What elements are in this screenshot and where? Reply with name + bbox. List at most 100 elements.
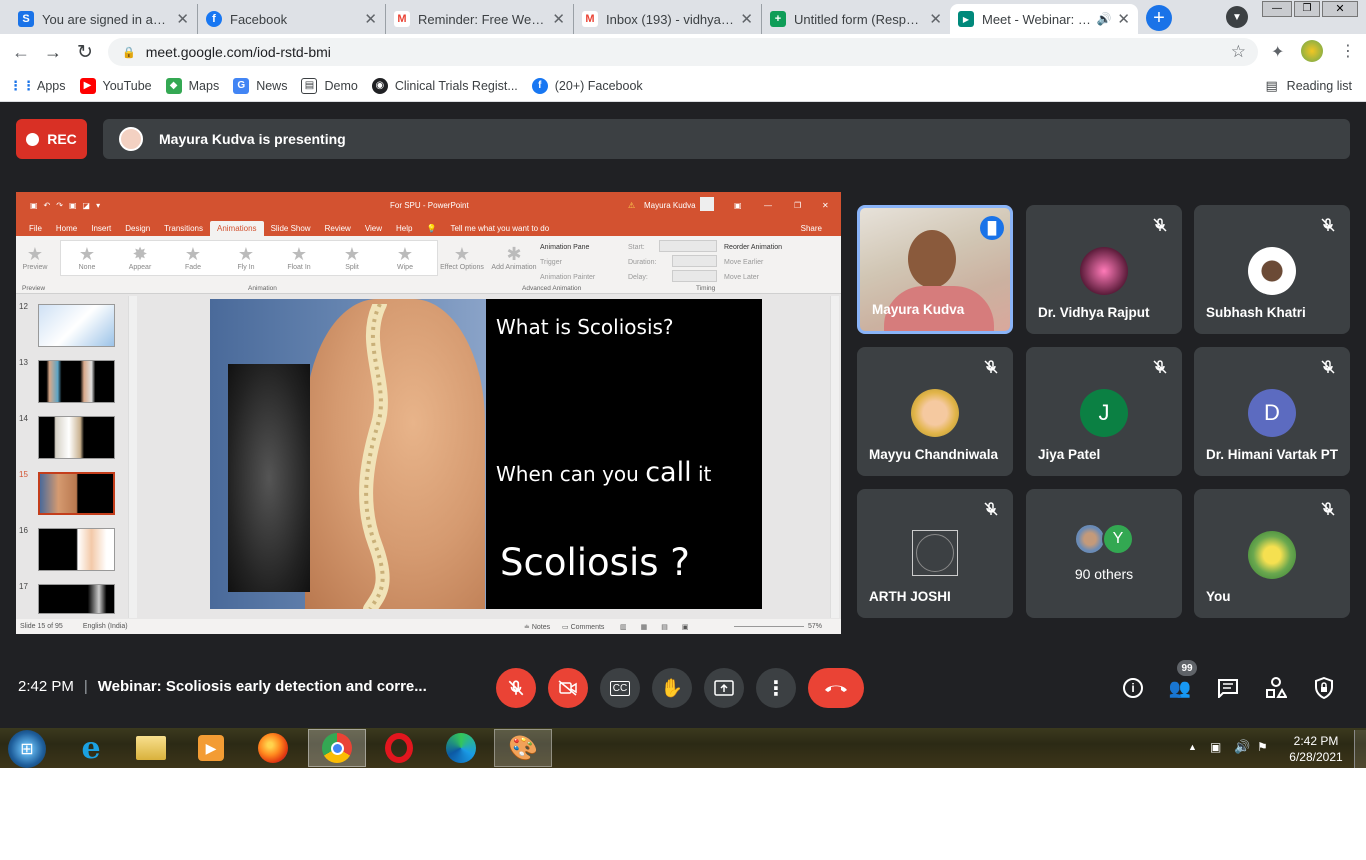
effect-appear[interactable]: ✸ Appear: [115, 244, 165, 271]
tab-form[interactable]: + Untitled form (Responses) ✕: [762, 4, 950, 34]
tab-insert[interactable]: Insert: [84, 221, 118, 236]
taskbar-media[interactable]: ▶: [182, 729, 240, 767]
maximize-button[interactable]: ❐: [1294, 1, 1320, 17]
tab-facebook[interactable]: f Facebook ✕: [198, 4, 386, 34]
tab-review[interactable]: Review: [318, 221, 358, 236]
ppt-close-button[interactable]: ✕: [822, 201, 829, 210]
thumbnails-scrollbar[interactable]: [128, 296, 137, 618]
taskbar-chrome[interactable]: [308, 729, 366, 767]
reading-list[interactable]: ▤ Reading list: [1264, 78, 1352, 94]
tab-file[interactable]: File: [22, 221, 49, 236]
taskbar-paint[interactable]: 🎨: [494, 729, 552, 767]
profile-avatar[interactable]: [1301, 40, 1323, 62]
tab-transitions[interactable]: Transitions: [157, 221, 210, 236]
slide-scrollbar[interactable]: [830, 296, 839, 618]
minimize-button[interactable]: —: [1262, 1, 1292, 17]
show-hidden-icons[interactable]: ▲: [1188, 742, 1197, 752]
captions-button[interactable]: CC: [600, 668, 640, 708]
taskbar-explorer[interactable]: [122, 729, 180, 767]
tab-signed-in[interactable]: S You are signed in as bk ✕: [10, 4, 198, 34]
close-icon[interactable]: ✕: [929, 10, 942, 28]
tab-view[interactable]: View: [358, 221, 389, 236]
tab-inbox[interactable]: M Inbox (193) - vidhya.raj ✕: [574, 4, 762, 34]
tab-animations[interactable]: Animations: [209, 221, 264, 236]
close-window-button[interactable]: ✕: [1322, 1, 1358, 17]
participant-tile-subhash[interactable]: Subhash Khatri: [1194, 205, 1350, 334]
meeting-info-button[interactable]: i: [1120, 676, 1146, 700]
tab-help[interactable]: Help: [389, 221, 419, 236]
bookmark-clinical-trials[interactable]: ◉ Clinical Trials Regist...: [371, 77, 518, 94]
host-controls-button[interactable]: [1311, 676, 1337, 700]
move-later-button[interactable]: Move Later: [724, 270, 782, 285]
network-icon[interactable]: ▣: [1210, 740, 1221, 754]
people-button[interactable]: 👥 99: [1167, 660, 1197, 700]
close-icon[interactable]: ✕: [1117, 10, 1130, 28]
effect-none[interactable]: ★ None: [62, 244, 112, 271]
taskbar-edge[interactable]: [432, 729, 490, 767]
slide-thumb-15[interactable]: [38, 472, 115, 515]
participant-tile-you[interactable]: You: [1194, 489, 1350, 618]
participant-tile-vidhya[interactable]: Dr. Vidhya Rajput: [1026, 205, 1182, 334]
close-icon[interactable]: ✕: [176, 10, 189, 28]
ppt-maximize-button[interactable]: ❐: [794, 201, 801, 210]
taskbar-firefox[interactable]: [244, 729, 302, 767]
volume-icon[interactable]: 🔊: [1234, 739, 1250, 755]
effect-wipe[interactable]: ★ Wipe: [380, 244, 430, 271]
move-earlier-button[interactable]: Move Earlier: [724, 255, 782, 270]
raise-hand-button[interactable]: ✋: [652, 668, 692, 708]
tab-design[interactable]: Design: [118, 221, 157, 236]
comments-button[interactable]: ▭ Comments: [562, 623, 604, 631]
bookmark-apps[interactable]: ⋮⋮ Apps: [9, 78, 66, 94]
new-tab-button[interactable]: +: [1146, 5, 1172, 31]
camera-toggle-button[interactable]: [548, 668, 588, 708]
effect-fly-in[interactable]: ★ Fly In: [221, 244, 271, 271]
present-now-button[interactable]: [704, 668, 744, 708]
back-icon[interactable]: ←: [12, 42, 30, 63]
view-buttons[interactable]: ▥▦▤▣: [620, 623, 702, 631]
tab-reminder[interactable]: M Reminder: Free Webinar ✕: [386, 4, 574, 34]
participant-tile-jiya[interactable]: J Jiya Patel: [1026, 347, 1182, 476]
slide-thumb-16[interactable]: [38, 528, 115, 571]
menu-kebab-icon[interactable]: ⋮: [1340, 41, 1356, 61]
bookmark-news[interactable]: G News: [233, 77, 287, 94]
add-animation-button[interactable]: ✱ Add Animation: [490, 244, 538, 271]
notes-button[interactable]: ≐ Notes: [524, 623, 550, 631]
tell-me-search[interactable]: Tell me what you want to do: [443, 221, 556, 236]
chat-button[interactable]: [1215, 676, 1241, 700]
slide-thumb-17[interactable]: [38, 584, 115, 614]
participant-tile-others[interactable]: Y 90 others: [1026, 489, 1182, 618]
zoom-slider[interactable]: [734, 626, 804, 627]
tab-search-icon[interactable]: ▼: [1226, 6, 1248, 28]
effect-float-in[interactable]: ★ Float In: [274, 244, 324, 271]
share-button[interactable]: Share: [794, 221, 829, 236]
participant-tile-himani[interactable]: D Dr. Himani Vartak PT: [1194, 347, 1350, 476]
close-icon[interactable]: ✕: [552, 10, 565, 28]
slide-thumb-13[interactable]: [38, 360, 115, 403]
slide-thumb-14[interactable]: [38, 416, 115, 459]
bookmark-star-icon[interactable]: ☆: [1231, 42, 1246, 62]
trigger-button[interactable]: Trigger: [540, 255, 595, 270]
tab-home[interactable]: Home: [49, 221, 84, 236]
more-options-button[interactable]: ⋮: [756, 668, 796, 708]
bookmark-youtube[interactable]: ▶ YouTube: [79, 77, 152, 94]
taskbar-opera[interactable]: [370, 729, 428, 767]
close-icon[interactable]: ✕: [364, 10, 377, 28]
duration-input[interactable]: [672, 255, 717, 267]
participant-tile-arth[interactable]: ARTH JOSHI: [857, 489, 1013, 618]
extensions-icon[interactable]: ✦: [1271, 42, 1284, 62]
animation-painter-button[interactable]: Animation Painter: [540, 270, 595, 285]
participant-tile-mayyu[interactable]: Mayyu Chandniwala: [857, 347, 1013, 476]
participant-tile-mayura[interactable]: ▐▌ Mayura Kudva: [857, 205, 1013, 334]
start-select[interactable]: [659, 240, 717, 252]
bookmark-maps[interactable]: ◆ Maps: [165, 77, 219, 94]
address-bar[interactable]: 🔒 meet.google.com/iod-rstd-bmi ☆: [108, 38, 1258, 66]
effect-split[interactable]: ★ Split: [327, 244, 377, 271]
slide-thumb-12[interactable]: [38, 304, 115, 347]
ribbon-display-icon[interactable]: ▣: [734, 201, 742, 210]
system-clock[interactable]: 2:42 PM 6/28/2021: [1280, 733, 1352, 765]
start-button[interactable]: ⊞: [8, 730, 46, 768]
show-desktop-button[interactable]: [1354, 730, 1366, 768]
mic-toggle-button[interactable]: [496, 668, 536, 708]
delay-input[interactable]: [672, 270, 717, 282]
activities-button[interactable]: [1263, 676, 1289, 700]
